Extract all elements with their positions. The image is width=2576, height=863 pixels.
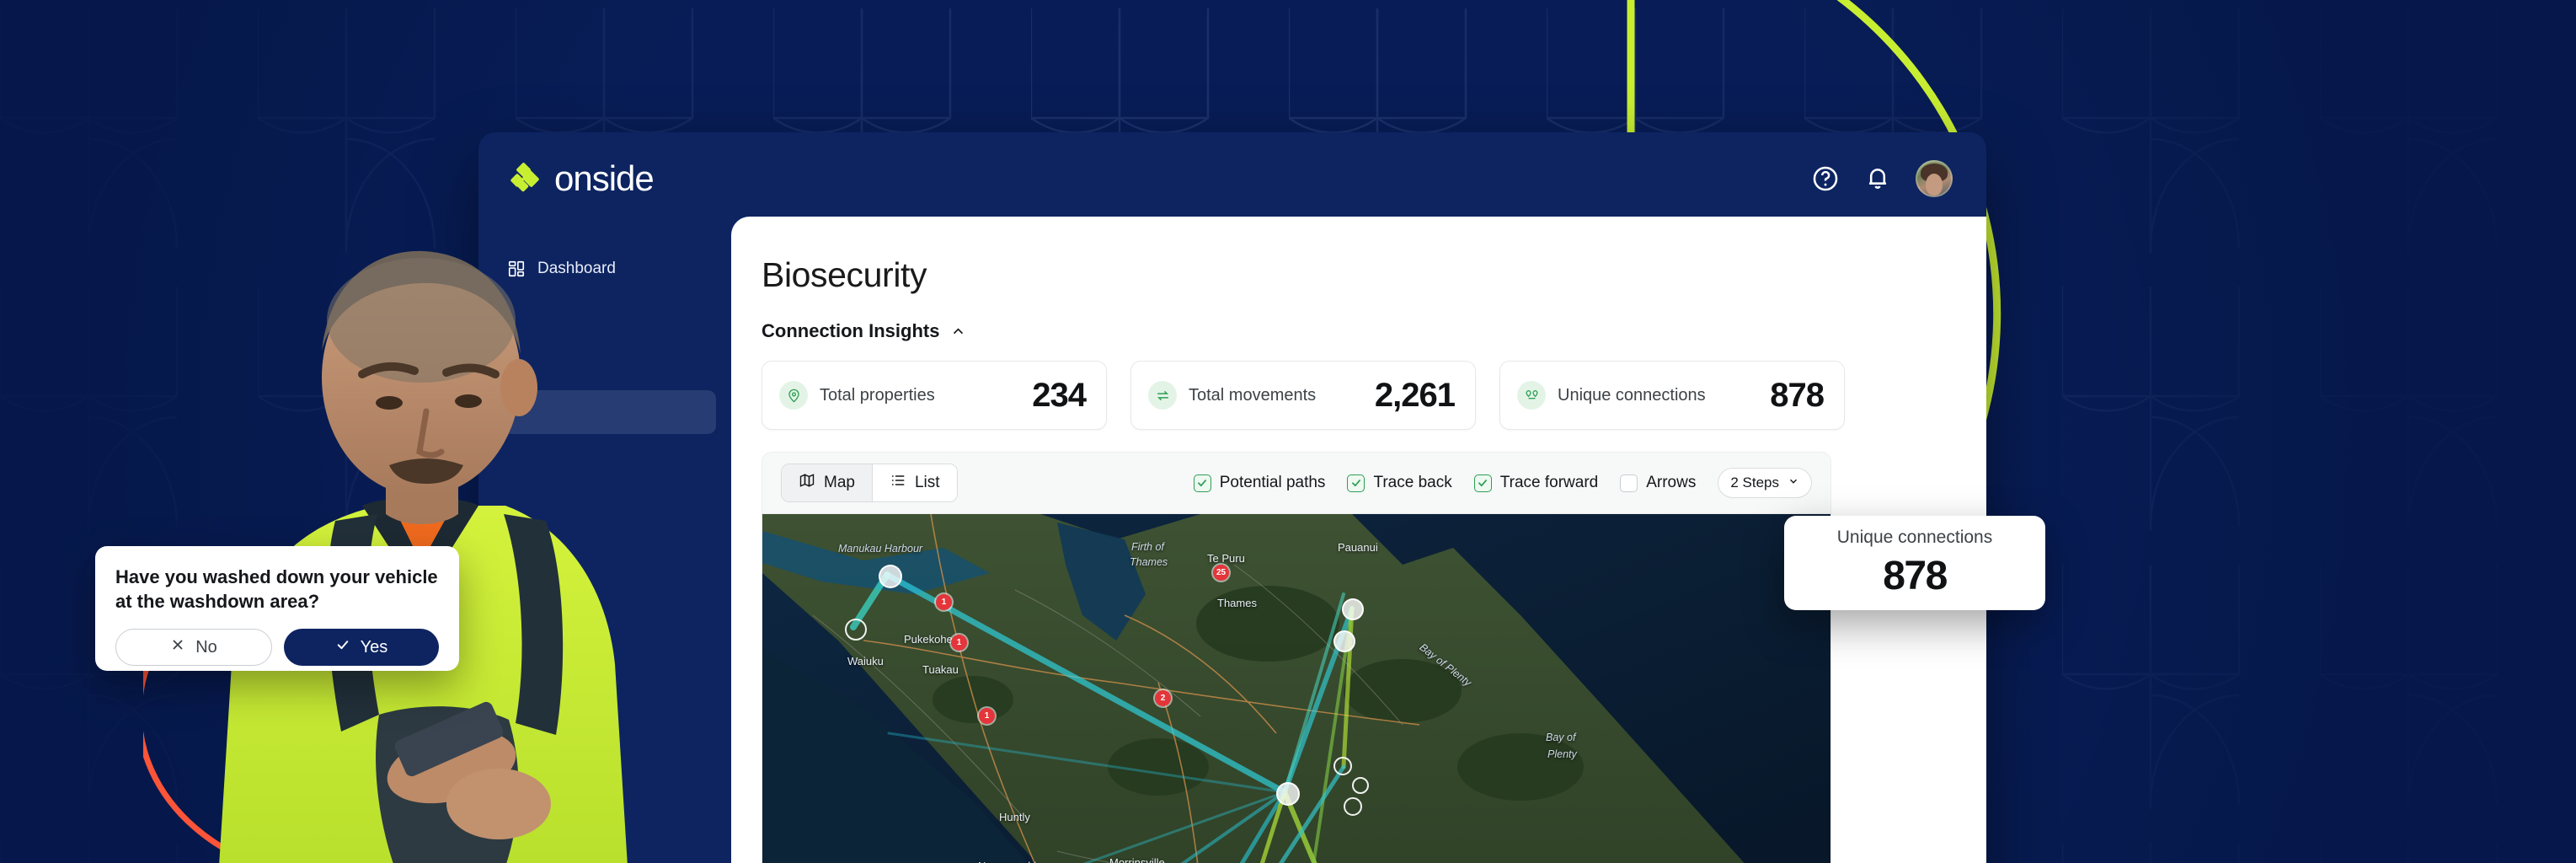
map-pin-icon	[779, 381, 808, 410]
checkbox-label: Trace back	[1373, 474, 1452, 491]
checkbox-box[interactable]	[1347, 474, 1365, 492]
map-filters: Potential paths Trace back Trace forward	[1193, 468, 1812, 498]
check-icon	[335, 637, 350, 657]
connection-insights-header[interactable]: Connection Insights	[731, 295, 1986, 342]
map-node[interactable]	[1344, 797, 1362, 816]
highway-shield: 2	[1155, 690, 1171, 706]
checkbox-box[interactable]	[1473, 474, 1492, 492]
stat-value: 878	[1770, 376, 1825, 414]
connections-map[interactable]: Manukau Harbour Firth of Thames Bay of P…	[762, 514, 1831, 863]
list-icon	[890, 472, 906, 494]
highway-shield: 25	[1213, 565, 1229, 581]
question-text: Have you washed down your vehicle at the…	[115, 566, 438, 613]
yes-button[interactable]: Yes	[284, 629, 439, 667]
stat-card-unique-connections[interactable]: Unique connections 878	[1499, 361, 1845, 430]
map-node[interactable]	[1342, 598, 1364, 620]
map-icon	[799, 472, 815, 494]
stat-label: Total movements	[1189, 385, 1317, 405]
view-toggle: Map List	[781, 464, 958, 502]
stat-value: 2,261	[1374, 376, 1456, 414]
checkbox-box[interactable]	[1620, 474, 1638, 492]
checkbox-potential-paths[interactable]: Potential paths	[1193, 474, 1326, 492]
two-pins-link-icon	[1517, 381, 1546, 410]
tab-list-label: List	[914, 474, 940, 491]
highway-shield: 1	[951, 635, 967, 651]
user-avatar[interactable]	[1916, 160, 1953, 197]
help-circle-icon[interactable]	[1811, 164, 1840, 193]
checkbox-box[interactable]	[1193, 474, 1211, 492]
map-node[interactable]	[845, 619, 867, 641]
header-actions	[1811, 160, 1953, 197]
question-actions: No Yes	[115, 629, 439, 667]
marketing-hero-stage: onside Dashboard Biosecurity Connection …	[0, 0, 2576, 863]
checkbox-arrows[interactable]: Arrows	[1620, 474, 1696, 492]
floating-card-label: Unique connections	[1836, 527, 1993, 547]
tab-map-label: Map	[824, 474, 855, 491]
yes-button-label: Yes	[360, 637, 388, 657]
map-toolbar: Map List Potential paths Trace back Trac…	[762, 452, 1831, 514]
tab-list[interactable]: List	[871, 464, 957, 501]
checkbox-label: Trace forward	[1499, 474, 1599, 491]
chevron-up-icon[interactable]	[951, 324, 965, 339]
checkbox-label: Arrows	[1646, 474, 1697, 491]
highway-shield: 1	[979, 708, 995, 724]
stat-card-total-movements[interactable]: Total movements 2,261	[1130, 361, 1476, 430]
stat-label: Total properties	[820, 385, 935, 405]
map-node[interactable]	[1333, 630, 1355, 652]
stat-card-total-properties[interactable]: Total properties 234	[762, 361, 1107, 430]
stat-cards-row: Total properties 234 Total movements 2,2…	[731, 342, 1986, 430]
steps-select[interactable]: 2 Steps	[1718, 468, 1812, 498]
worker-photo	[219, 250, 628, 863]
tab-map[interactable]: Map	[782, 464, 872, 501]
stat-label: Unique connections	[1558, 385, 1706, 405]
close-x-icon	[170, 637, 185, 657]
floating-card-value: 878	[1883, 553, 1948, 598]
map-node[interactable]	[879, 565, 902, 588]
stat-value: 234	[1032, 376, 1087, 414]
no-button[interactable]: No	[115, 629, 272, 667]
checkbox-trace-back[interactable]: Trace back	[1347, 474, 1452, 492]
chevron-down-icon	[1788, 474, 1799, 491]
map-node[interactable]	[1333, 757, 1352, 775]
bell-icon[interactable]	[1863, 164, 1892, 193]
steps-select-value: 2 Steps	[1730, 474, 1779, 490]
checkbox-trace-forward[interactable]: Trace forward	[1473, 474, 1599, 492]
map-node[interactable]	[1352, 777, 1369, 794]
floating-unique-connections-card: Unique connections 878	[1784, 516, 2045, 610]
highway-shield: 1	[936, 594, 952, 610]
map-node[interactable]	[1276, 782, 1300, 806]
transfer-arrows-icon	[1148, 381, 1177, 410]
biosecurity-question-card: Have you washed down your vehicle at the…	[95, 546, 459, 671]
map-canvas	[762, 514, 1830, 863]
page-title: Biosecurity	[762, 255, 927, 294]
no-button-label: No	[195, 637, 217, 657]
checkbox-label: Potential paths	[1219, 474, 1326, 491]
section-label: Connection Insights	[762, 320, 940, 341]
